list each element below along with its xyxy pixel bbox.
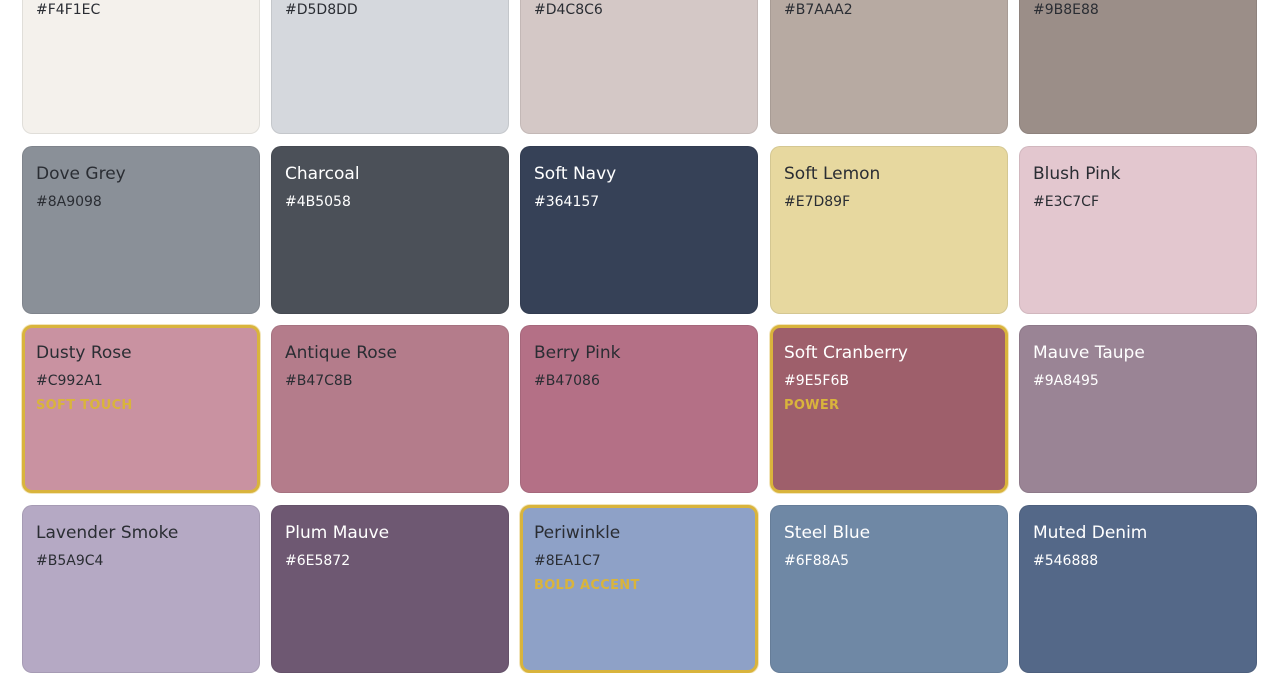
swatch-hex-code: #D5D8DD (285, 2, 358, 18)
swatch-tag-label: SOFT TOUCH (36, 398, 133, 413)
color-swatch-card[interactable]: #F4F1EC (22, 0, 260, 134)
color-swatch-card[interactable]: Periwinkle #8EA1C7 BOLD ACCENT (520, 505, 758, 673)
swatch-hex-code: #B47086 (534, 373, 600, 389)
swatch-color-name: Antique Rose (285, 343, 397, 363)
swatch-hex-code: #B5A9C4 (36, 553, 104, 569)
swatch-color-name: Dusty Rose (36, 343, 132, 363)
color-swatch-card[interactable]: Dove Grey #8A9098 (22, 146, 260, 314)
swatch-color-name: Soft Lemon (784, 164, 881, 184)
swatch-color-name: Dove Grey (36, 164, 126, 184)
color-swatch-card[interactable]: Berry Pink #B47086 (520, 325, 758, 493)
color-swatch-card[interactable]: Soft Cranberry #9E5F6B POWER (770, 325, 1008, 493)
color-swatch-card[interactable]: Soft Navy #364157 (520, 146, 758, 314)
color-swatch-card[interactable]: #B7AAA2 (770, 0, 1008, 134)
swatch-color-name: Soft Navy (534, 164, 617, 184)
color-swatch-card[interactable]: Mauve Taupe #9A8495 (1019, 325, 1257, 493)
color-swatch-card[interactable]: Charcoal #4B5058 (271, 146, 509, 314)
color-swatch-card[interactable]: Steel Blue #6F88A5 (770, 505, 1008, 673)
swatch-hex-code: #C992A1 (36, 373, 103, 389)
swatch-tag-label: POWER (784, 398, 840, 413)
color-swatch-card[interactable]: Blush Pink #E3C7CF (1019, 146, 1257, 314)
color-swatch-card[interactable]: #9B8E88 (1019, 0, 1257, 134)
swatch-hex-code: #6E5872 (285, 553, 351, 569)
color-swatch-card[interactable]: Antique Rose #B47C8B (271, 325, 509, 493)
swatch-color-name: Soft Cranberry (784, 343, 908, 363)
color-swatch-card[interactable]: Lavender Smoke #B5A9C4 (22, 505, 260, 673)
swatch-hex-code: #8EA1C7 (534, 553, 601, 569)
swatch-hex-code: #B7AAA2 (784, 2, 853, 18)
swatch-color-name: Blush Pink (1033, 164, 1121, 184)
swatch-hex-code: #9A8495 (1033, 373, 1099, 389)
swatch-color-name: Steel Blue (784, 523, 871, 543)
swatch-hex-code: #6F88A5 (784, 553, 849, 569)
swatch-color-name: Berry Pink (534, 343, 621, 363)
swatch-hex-code: #B47C8B (285, 373, 353, 389)
color-swatch-card[interactable]: #D5D8DD (271, 0, 509, 134)
swatch-hex-code: #E7D89F (784, 194, 851, 210)
color-swatch-card[interactable]: Soft Lemon #E7D89F (770, 146, 1008, 314)
color-swatch-card[interactable]: #D4C8C6 (520, 0, 758, 134)
swatch-hex-code: #8A9098 (36, 194, 102, 210)
color-swatch-card[interactable]: Dusty Rose #C992A1 SOFT TOUCH (22, 325, 260, 493)
swatch-color-name: Lavender Smoke (36, 523, 179, 543)
swatch-color-name: Periwinkle (534, 523, 621, 543)
swatch-color-name: Mauve Taupe (1033, 343, 1145, 363)
swatch-hex-code: #364157 (534, 194, 600, 210)
color-palette-grid: #F4F1EC #D5D8DD #D4C8C6 #B7AAA2 #9B8E88 Dove … (0, 0, 1280, 673)
color-swatch-card[interactable]: Plum Mauve #6E5872 (271, 505, 509, 673)
swatch-hex-code: #D4C8C6 (534, 2, 603, 18)
swatch-tag-label: BOLD ACCENT (534, 578, 640, 593)
swatch-hex-code: #F4F1EC (36, 2, 101, 18)
swatch-hex-code: #4B5058 (285, 194, 351, 210)
swatch-hex-code: #9E5F6B (784, 373, 849, 389)
color-swatch-card[interactable]: Muted Denim #546888 (1019, 505, 1257, 673)
swatch-hex-code: #546888 (1033, 553, 1099, 569)
swatch-color-name: Plum Mauve (285, 523, 390, 543)
swatch-color-name: Charcoal (285, 164, 360, 184)
swatch-hex-code: #9B8E88 (1033, 2, 1099, 18)
swatch-color-name: Muted Denim (1033, 523, 1148, 543)
swatch-hex-code: #E3C7CF (1033, 194, 1099, 210)
